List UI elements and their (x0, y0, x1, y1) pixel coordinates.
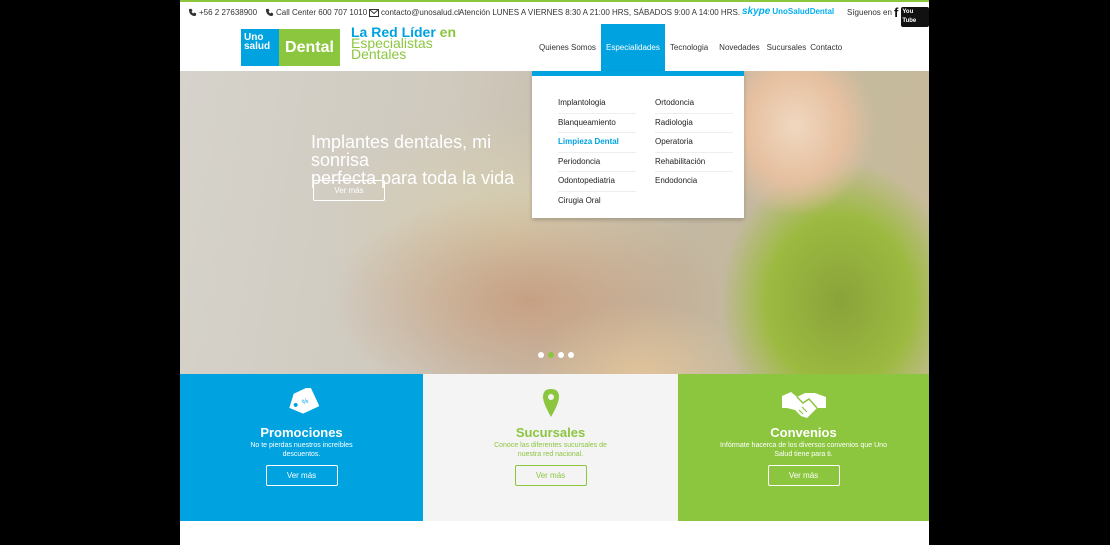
dropdown-item-radiologia[interactable]: Radiologia (655, 114, 733, 133)
slider-dot[interactable] (558, 352, 564, 358)
phone-info[interactable]: +56 2 27638900 (188, 8, 257, 17)
panel-description: No te pierdas nuestros increíbles descue… (250, 442, 353, 458)
logo[interactable]: Uno salud Dental (241, 29, 340, 66)
logo-dental: Dental (279, 29, 340, 66)
dropdown-item-implantologia[interactable]: Implantologia (558, 94, 636, 114)
nav-especialidades[interactable]: Especialidades (600, 24, 665, 71)
panel-title: Convenios (770, 425, 837, 440)
dropdown-column-2: Ortodoncia Radiologia Operatoria Rehabil… (655, 94, 733, 191)
tagline-line3: Dentales (351, 46, 407, 62)
call-center-info[interactable]: Call Center 600 707 1010 (265, 8, 367, 17)
phone-number: +56 2 27638900 (199, 8, 258, 17)
opening-hours: Atención LUNES A VIERNES 8:30 A 21:00 HR… (459, 8, 740, 17)
skype-link[interactable]: skype UnoSaludDental (742, 6, 834, 17)
tagline-line1-suffix: en (435, 24, 457, 40)
page-bottom-area (180, 521, 929, 545)
nav-novedades[interactable]: Novedades (711, 24, 762, 71)
dropdown-item-cirugia-oral[interactable]: Cirugia Oral (558, 192, 636, 211)
price-tag-icon: % (285, 386, 319, 421)
promociones-ver-mas-button[interactable]: Ver más (265, 465, 338, 486)
header: Uno salud Dental La Red Líder en Especia… (180, 24, 929, 71)
main-nav: Quienes Somos Especialidades Tecnologia … (536, 24, 845, 71)
slider-dots (538, 352, 574, 358)
panel-promociones: % Promociones No te pierdas nuestros inc… (180, 374, 423, 521)
follow-text: Síguenos en (847, 8, 892, 17)
sucursales-ver-mas-button[interactable]: Ver más (514, 465, 587, 486)
panel-title: Promociones (260, 425, 343, 440)
opening-hours-text: Atención LUNES A VIERNES 8:30 A 21:00 HR… (459, 8, 741, 17)
phone-icon (265, 8, 274, 17)
dropdown-item-ortodoncia[interactable]: Ortodoncia (655, 94, 733, 114)
nav-tecnologia[interactable]: Tecnologia (665, 24, 711, 71)
nav-contacto[interactable]: Contacto (809, 24, 845, 71)
nav-sucursales[interactable]: Sucursales (763, 24, 810, 71)
slider-dot-active[interactable] (548, 352, 554, 358)
dropdown-item-operatoria[interactable]: Operatoria (655, 133, 733, 153)
skype-icon: skype (742, 6, 771, 17)
top-contact-bar: +56 2 27638900 Call Center 600 707 1010 … (180, 2, 929, 27)
panel-convenios: Convenios Infórmate hacerca de los diver… (678, 374, 929, 521)
dropdown-item-limpieza-dental[interactable]: Limpieza Dental (558, 133, 636, 153)
phone-icon (188, 8, 197, 17)
email-address: contacto@unosalud.cl (381, 8, 460, 17)
dropdown-item-periodoncia[interactable]: Periodoncia (558, 153, 636, 172)
dropdown-item-rehabilitacion[interactable]: Rehabilitación (655, 153, 733, 172)
dropdown-item-odontopediatria[interactable]: Odontopediatria (558, 172, 636, 192)
slider-dot[interactable] (538, 352, 544, 358)
dropdown-item-blanqueamiento[interactable]: Blanqueamiento (558, 114, 636, 133)
logo-uno-salud: Uno salud (241, 29, 279, 66)
feature-panels: % Promociones No te pierdas nuestros inc… (180, 374, 929, 521)
hero-title: Implantes dentales, mi sonrisa perfecta … (311, 132, 515, 188)
email-info[interactable]: contacto@unosalud.cl (369, 8, 460, 17)
envelope-icon (369, 8, 379, 17)
map-pin-icon (542, 388, 560, 423)
dropdown-column-1: Implantologia Blanqueamiento Limpieza De… (558, 94, 636, 210)
nav-quienes-somos[interactable]: Quienes Somos (536, 24, 601, 71)
page: +56 2 27638900 Call Center 600 707 1010 … (180, 0, 929, 545)
panel-title: Sucursales (515, 425, 586, 440)
handshake-icon (781, 388, 827, 425)
dropdown-item-endodoncia[interactable]: Endodoncia (655, 172, 733, 191)
logo-salud-text: salud (244, 41, 271, 52)
call-center-number: Call Center 600 707 1010 (276, 8, 368, 17)
tagline: La Red Líder en Especialistas Dentales (351, 24, 457, 62)
hero-ver-mas-button[interactable]: Ver más (313, 180, 385, 201)
follow-label: Síguenos en (847, 8, 892, 17)
panel-sucursales: Sucursales Conoce las diferentes sucursa… (423, 374, 678, 521)
convenios-ver-mas-button[interactable]: Ver más (767, 465, 840, 486)
slider-dot[interactable] (568, 352, 574, 358)
especialidades-dropdown: Implantologia Blanqueamiento Limpieza De… (532, 71, 744, 218)
panel-description: Conoce las diferentes sucursales de nues… (494, 442, 607, 458)
skype-name: UnoSaludDental (772, 7, 835, 16)
panel-description: Infórmate hacerca de los diversos conven… (720, 442, 887, 458)
